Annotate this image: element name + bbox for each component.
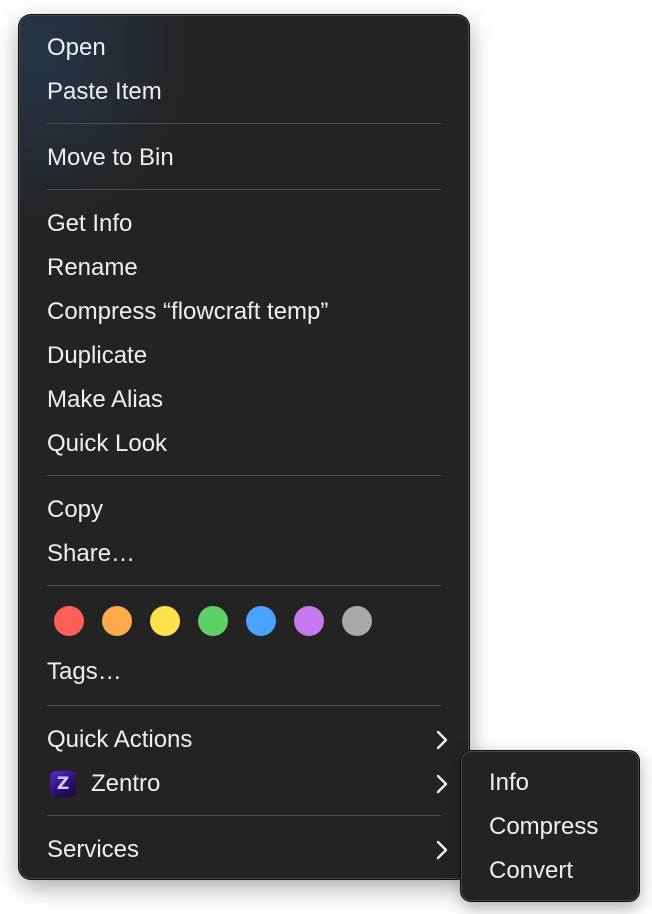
chevron-right-icon [436, 830, 448, 870]
submenu-item-compress[interactable]: Compress [462, 807, 638, 847]
menu-item-label: Quick Look [47, 430, 168, 457]
menu-item-label: Open [47, 34, 106, 61]
menu-item-rename[interactable]: Rename [20, 248, 468, 288]
tag-yellow[interactable] [150, 606, 180, 636]
chevron-right-icon [436, 720, 448, 760]
menu-item-label: Move to Bin [47, 144, 174, 171]
zentro-submenu: Info Compress Convert [461, 751, 639, 901]
menu-item-open[interactable]: Open [20, 28, 468, 68]
submenu-item-label: Info [489, 769, 530, 796]
menu-separator [47, 585, 441, 586]
tag-gray[interactable] [342, 606, 372, 636]
menu-item-label: Tags… [47, 658, 122, 685]
menu-item-get-info[interactable]: Get Info [20, 204, 468, 244]
menu-separator [47, 123, 441, 124]
context-menu: Open Paste Item Move to Bin Get Info Ren… [19, 15, 469, 879]
menu-item-compress[interactable]: Compress “flowcraft temp” [20, 292, 468, 332]
tag-purple[interactable] [294, 606, 324, 636]
menu-item-label: Get Info [47, 210, 133, 237]
menu-item-move-to-bin[interactable]: Move to Bin [20, 138, 468, 178]
menu-separator [47, 475, 441, 476]
menu-item-label: Copy [47, 496, 104, 523]
menu-item-label: Duplicate [47, 342, 148, 369]
menu-item-label: Share… [47, 540, 136, 567]
menu-item-paste-item[interactable]: Paste Item [20, 72, 468, 112]
menu-item-tags[interactable]: Tags… [20, 652, 468, 692]
menu-item-label: Quick Actions [47, 726, 193, 753]
menu-item-zentro[interactable]: Z Zentro [20, 764, 468, 804]
menu-item-quick-actions[interactable]: Quick Actions [20, 720, 468, 760]
submenu-item-label: Convert [489, 857, 574, 884]
menu-item-label: Zentro [91, 770, 161, 797]
menu-item-services[interactable]: Services [20, 830, 468, 870]
menu-item-label: Make Alias [47, 386, 164, 413]
menu-item-label: Paste Item [47, 78, 162, 105]
tag-blue[interactable] [246, 606, 276, 636]
tag-red[interactable] [54, 606, 84, 636]
menu-item-duplicate[interactable]: Duplicate [20, 336, 468, 376]
menu-item-copy[interactable]: Copy [20, 490, 468, 530]
menu-separator [47, 815, 441, 816]
menu-item-share[interactable]: Share… [20, 534, 468, 574]
submenu-item-convert[interactable]: Convert [462, 851, 638, 891]
submenu-item-label: Compress [489, 813, 599, 840]
chevron-right-icon [436, 764, 448, 804]
tag-color-row [54, 606, 372, 636]
tag-green[interactable] [198, 606, 228, 636]
zentro-app-icon: Z [50, 771, 76, 797]
menu-separator [47, 189, 441, 190]
tag-orange[interactable] [102, 606, 132, 636]
menu-item-make-alias[interactable]: Make Alias [20, 380, 468, 420]
menu-item-label: Services [47, 836, 140, 863]
menu-item-label: Compress “flowcraft temp” [47, 298, 329, 325]
menu-item-quick-look[interactable]: Quick Look [20, 424, 468, 464]
submenu-item-info[interactable]: Info [462, 763, 638, 803]
menu-item-label: Rename [47, 254, 138, 281]
menu-separator [47, 705, 441, 706]
